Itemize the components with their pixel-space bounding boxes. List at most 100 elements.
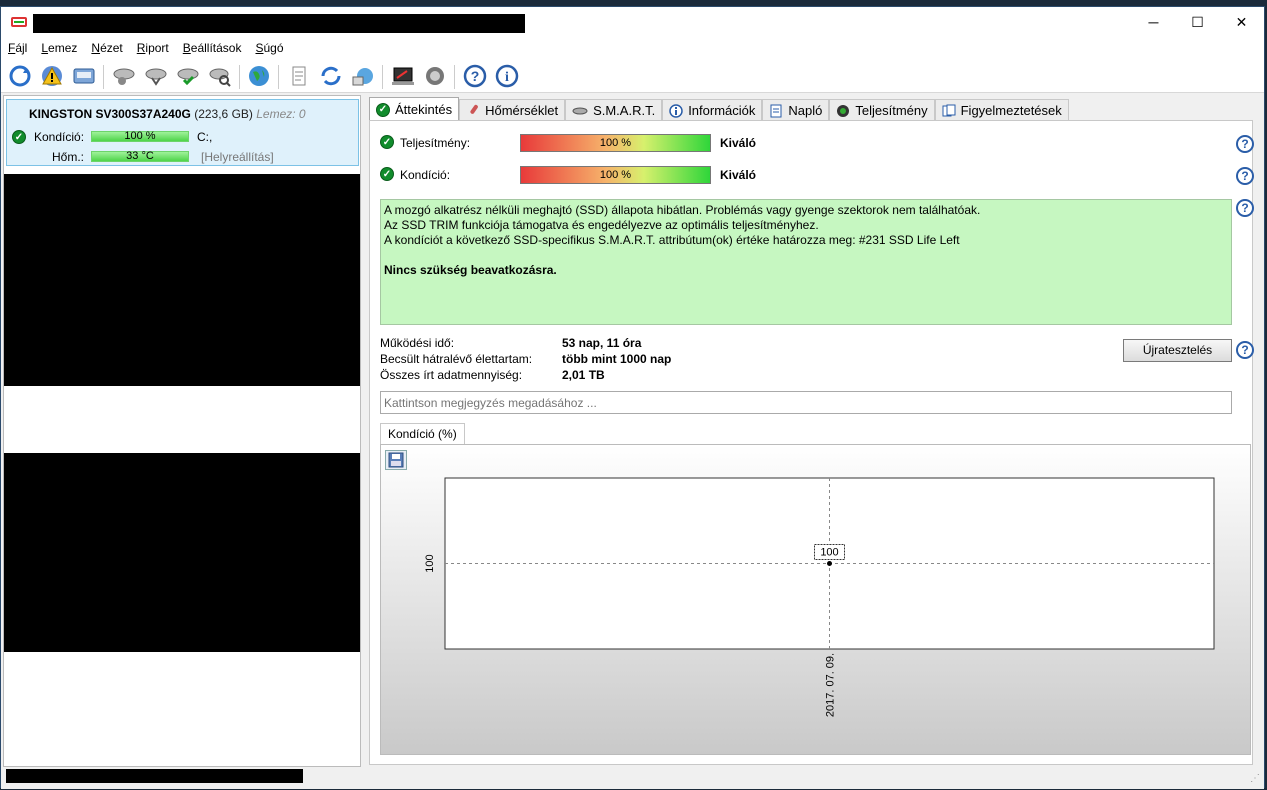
status-bar: ⋰	[1, 769, 1264, 789]
refresh-icon[interactable]	[7, 63, 33, 89]
status-description-box: A mozgó alkatrész nélküli meghajtó (SSD)…	[380, 199, 1232, 325]
performance-status: Kiváló	[720, 136, 757, 150]
resize-grip-icon[interactable]: ⋰	[1250, 773, 1260, 784]
menu-beallitasok[interactable]: Beállítások	[176, 41, 249, 55]
maximize-button[interactable]: ☐	[1175, 7, 1220, 37]
menu-sugo[interactable]: Súgó	[248, 41, 290, 55]
tab-label: Áttekintés	[395, 102, 453, 117]
performance-bar: 100 %	[520, 134, 711, 152]
smart-disk-icon	[572, 107, 588, 114]
disk-search-icon[interactable]	[207, 63, 233, 89]
disk-condition-bar: 100 %	[91, 131, 189, 142]
tab-smart[interactable]: S.M.A.R.T.	[565, 99, 663, 121]
window-title-redacted	[33, 14, 525, 33]
x-tick-label: 2017. 07. 09.	[825, 653, 837, 717]
disk-title: KINGSTON SV300S37A240G (223,6 GB) Lemez:…	[29, 107, 306, 121]
disk-temp-label: Hőm.:	[52, 150, 85, 164]
disk-drive-letter: C:,	[197, 130, 213, 144]
svg-text:i: i	[505, 70, 509, 85]
log-icon	[770, 104, 782, 117]
data-point	[827, 561, 832, 566]
svg-text:?: ?	[471, 68, 480, 84]
tab-figyelmeztetesek[interactable]: Figyelmeztetések	[934, 99, 1069, 121]
disk-temp-bar: 33 °C	[91, 151, 189, 162]
main-pane: ✓ Áttekintés Hőmérséklet S.M.A.R.T. Info…	[365, 95, 1259, 767]
lifetime-value: több mint 1000 nap	[562, 352, 672, 366]
uptime-label: Működési idő:	[380, 336, 455, 350]
tab-label: S.M.A.R.T.	[593, 103, 656, 118]
condition-label: Kondíció:	[400, 168, 451, 182]
help-icon[interactable]: ?	[462, 63, 488, 89]
disk-condition-label: Kondíció:	[34, 130, 85, 144]
redacted-status	[6, 769, 303, 783]
tab-teljesitmeny[interactable]: Teljesítmény	[829, 99, 935, 121]
close-button[interactable]: ✕	[1219, 7, 1264, 37]
chart-tab-condition[interactable]: Kondíció (%)	[380, 423, 465, 445]
note-input[interactable]	[380, 391, 1232, 414]
info-line: A kondíciót a következő SSD-specifikus S…	[384, 233, 960, 247]
minimize-button[interactable]: ─	[1131, 7, 1176, 37]
report-icon[interactable]	[286, 63, 312, 89]
written-value: 2,01 TB	[562, 368, 605, 382]
disk-card[interactable]: KINGSTON SV300S37A240G (223,6 GB) Lemez:…	[6, 99, 359, 166]
tab-strip: ✓ Áttekintés Hőmérséklet S.M.A.R.T. Info…	[369, 97, 1069, 121]
help-icon[interactable]: ?	[1236, 167, 1254, 185]
tab-naplo[interactable]: Napló	[762, 99, 830, 121]
toolbar-separator	[239, 65, 240, 89]
globe-icon[interactable]	[246, 63, 272, 89]
warnings-icon	[942, 104, 956, 116]
status-ok-icon: ✓	[12, 130, 26, 144]
help-icon[interactable]: ?	[1236, 199, 1254, 217]
disk-tool-1-icon[interactable]	[111, 63, 137, 89]
tab-label: Figyelmeztetések	[960, 103, 1062, 118]
info-recommendation: Nincs szükség beavatkozásra.	[384, 263, 557, 277]
network-icon[interactable]	[350, 63, 376, 89]
info-icon	[669, 103, 683, 118]
condition-bar: 100 %	[520, 166, 711, 184]
tab-label: Napló	[788, 103, 823, 118]
disk-index: Lemez: 0	[256, 107, 306, 121]
tab-homerseklet[interactable]: Hőmérséklet	[459, 99, 566, 121]
tab-label: Hőmérséklet	[485, 103, 559, 118]
app-logo-icon	[11, 17, 27, 27]
sync-icon[interactable]	[318, 63, 344, 89]
overview-panel: ✓ Teljesítmény: 100 % Kiváló ? ✓ Kondíci…	[369, 120, 1254, 765]
disk-icon[interactable]	[71, 63, 97, 89]
terminal-icon[interactable]	[390, 63, 416, 89]
status-ok-icon: ✓	[380, 135, 394, 149]
help-icon[interactable]: ?	[1236, 135, 1254, 153]
tab-attekintes[interactable]: ✓ Áttekintés	[369, 97, 460, 121]
info-line: A mozgó alkatrész nélküli meghajtó (SSD)…	[384, 203, 981, 217]
disk-temp-restore: [Helyreállítás]	[201, 150, 274, 164]
condition-status: Kiváló	[720, 168, 757, 182]
toolbar: ? i	[1, 59, 1264, 93]
status-ok-icon: ✓	[380, 167, 394, 181]
disk-tool-2-icon[interactable]	[143, 63, 169, 89]
toolbar-separator	[382, 65, 383, 89]
help-icon[interactable]: ?	[1236, 341, 1254, 359]
toolbar-separator	[278, 65, 279, 89]
alert-icon[interactable]	[39, 63, 65, 89]
retest-button[interactable]: Újratesztelés	[1123, 339, 1232, 362]
lifetime-label: Becsült hátralévő élettartam:	[380, 352, 533, 366]
chart-canvas: 100 2017. 07. 09. 100	[424, 477, 1215, 717]
speaker-icon[interactable]	[422, 63, 448, 89]
toolbar-separator	[454, 65, 455, 89]
disk-model: KINGSTON SV300S37A240G	[29, 107, 191, 121]
disk-check-icon[interactable]	[175, 63, 201, 89]
menu-nezet[interactable]: Nézet	[84, 41, 129, 55]
uptime-value: 53 nap, 11 óra	[562, 336, 642, 350]
thermometer-icon	[470, 104, 478, 114]
app-window: ─ ☐ ✕ Fájl Lemez Nézet Riport Beállításo…	[0, 6, 1265, 789]
menu-riport[interactable]: Riport	[130, 41, 176, 55]
tab-informaciok[interactable]: Információk	[662, 99, 763, 121]
info-line: Az SSD TRIM funkciója támogatva és enged…	[384, 218, 819, 232]
menu-lemez[interactable]: Lemez	[34, 41, 84, 55]
menu-bar: Fájl Lemez Nézet Riport Beállítások Súgó	[1, 37, 1264, 59]
disk-list-pane: KINGSTON SV300S37A240G (223,6 GB) Lemez:…	[3, 95, 361, 767]
tab-label: Információk	[688, 103, 756, 118]
redacted-block	[4, 174, 360, 386]
info-icon[interactable]: i	[494, 63, 520, 89]
menu-fajl[interactable]: Fájl	[1, 41, 34, 55]
redacted-block	[4, 453, 360, 652]
